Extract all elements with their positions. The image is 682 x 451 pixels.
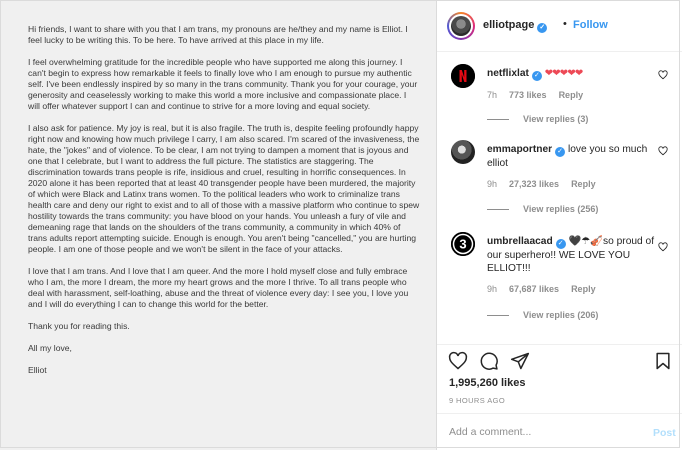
letter-text: Hi friends, I want to share with you tha… [28,24,420,387]
umbrellaacad-avatar[interactable]: 3 [451,232,475,256]
bookmark-icon[interactable] [653,351,673,371]
letter-paragraph: Thank you for reading this. [28,321,130,331]
comment-emoji: 🖤☂🎻 [568,236,604,247]
verified-badge-icon: ✓ [555,147,566,157]
comment-like-icon[interactable] [658,146,668,156]
post-likes-count[interactable]: 1,995,260 likes [449,377,525,389]
letter-paragraph: Elliot [28,365,47,375]
letter-paragraph: I feel overwhelming gratitude for the in… [28,57,418,111]
comment-likes[interactable]: 67,687 likes [509,284,559,294]
view-replies-button[interactable]: View replies (256) [487,204,598,214]
view-replies-button[interactable]: View replies (3) [487,114,588,124]
comment-like-icon[interactable] [658,70,668,80]
emmaportner-avatar[interactable] [451,140,475,164]
letter-paragraph: All my love, [28,343,72,353]
letter-paragraph: Hi friends, I want to share with you tha… [28,24,408,45]
netflix-avatar[interactable] [451,64,475,88]
heart-outline-icon[interactable] [448,351,468,371]
comment-username[interactable]: emmaportner [487,144,552,155]
post-actions [437,344,682,375]
comment-composer: Post [437,413,682,451]
reply-button[interactable]: Reply [559,90,584,100]
reply-button[interactable]: Reply [571,284,596,294]
avatar[interactable] [447,12,475,40]
comment-username[interactable]: umbrellaacad [487,236,553,247]
comment-time: 9h [487,179,498,189]
netflix-logo-icon [451,64,475,88]
comment-input[interactable] [449,423,629,441]
post-header: elliotpage ✓ • Follow [437,0,682,52]
post-sidebar: elliotpage ✓ • Follow netflixlat ✓ ❤❤❤❤❤ 7… [437,0,682,450]
post-timestamp: 9 HOURS AGO [449,396,506,405]
comment-likes[interactable]: 773 likes [509,90,547,100]
comment-username[interactable]: netflixlat [487,68,529,79]
verified-badge-icon: ✓ [531,71,542,81]
replies-line [487,119,509,121]
post-comment-button[interactable]: Post [653,427,676,439]
letter-paragraph: I also ask for patience. My joy is real,… [28,123,420,254]
comment-time: 7h [487,90,498,100]
replies-line [487,209,509,211]
reply-button[interactable]: Reply [571,179,596,189]
comment-like-icon[interactable] [658,242,668,252]
view-replies-button[interactable]: View replies (206) [487,310,598,320]
letter-paragraph: I love that I am trans. And I love that … [28,266,409,309]
speech-bubble-icon[interactable] [479,351,499,371]
separator-dot: • [563,18,567,30]
profile-photo [451,16,471,36]
comment-time: 9h [487,284,498,294]
comment-likes[interactable]: 27,323 likes [509,179,559,189]
post-username[interactable]: elliotpage ✓ [483,19,548,33]
post-image-panel: Hi friends, I want to share with you tha… [0,0,437,450]
svg-text:3: 3 [459,237,466,252]
paper-plane-icon[interactable] [510,351,530,371]
umbrella-academy-logo-icon: 3 [451,232,475,256]
replies-line [487,315,509,317]
comment-body: ❤❤❤❤❤ [544,68,584,79]
follow-button[interactable]: Follow [573,19,608,31]
verified-badge-icon: ✓ [537,23,548,33]
verified-badge-icon: ✓ [555,239,566,249]
comments-list[interactable]: netflixlat ✓ ❤❤❤❤❤ 7h 773 likes Reply View … [437,52,682,344]
